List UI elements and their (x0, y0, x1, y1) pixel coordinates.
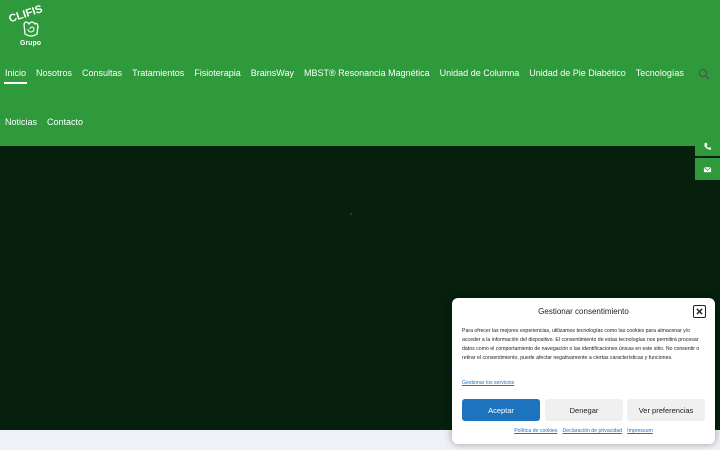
main-nav-row-2: Noticias Contacto (0, 115, 88, 129)
nav-item-tecnologias[interactable]: Tecnologías (631, 66, 689, 80)
nav-item-contacto[interactable]: Contacto (42, 115, 88, 129)
view-preferences-button[interactable]: Ver preferencias (627, 399, 705, 421)
nav-item-mbst[interactable]: MBST® Resonancia Magnética (299, 66, 435, 80)
deny-button[interactable]: Denegar (545, 399, 623, 421)
hand-spiral-logo-icon: CLIFIS Grupo (7, 3, 44, 47)
nav-item-unidad-columna[interactable]: Unidad de Columna (435, 66, 525, 80)
svg-text:Grupo: Grupo (20, 40, 41, 47)
site-header: CLIFIS Grupo Inicio Nosotros Consultas T… (0, 0, 720, 146)
consent-title: Gestionar consentimiento (538, 307, 629, 316)
nav-item-inicio[interactable]: Inicio (0, 66, 31, 84)
nav-item-pie-diabetico[interactable]: Unidad de Pie Diabético (524, 66, 631, 80)
phone-icon (704, 142, 712, 150)
nav-item-noticias[interactable]: Noticias (0, 115, 42, 129)
nav-item-fisioterapia[interactable]: Fisioterapia (189, 66, 246, 80)
privacy-statement-link[interactable]: Declaración de privacidad (562, 428, 622, 434)
consent-footer-links: Política de cookies Declaración de priva… (452, 428, 715, 434)
close-icon[interactable] (693, 305, 706, 318)
impressum-link[interactable]: Impressum (627, 428, 653, 434)
phone-tab[interactable] (695, 136, 720, 156)
nav-item-brainsway[interactable]: BrainsWay (246, 66, 299, 80)
cookie-policy-link[interactable]: Política de cookies (514, 428, 557, 434)
site-logo[interactable]: CLIFIS Grupo (6, 2, 56, 48)
envelope-icon (703, 166, 712, 172)
manage-services-link[interactable]: Gestionar los servicios (462, 380, 514, 386)
email-tab[interactable] (695, 158, 720, 180)
search-icon[interactable] (698, 67, 710, 80)
nav-item-consultas[interactable]: Consultas (77, 66, 127, 80)
consent-body-text: Para ofrecer las mejores experiencias, u… (462, 328, 700, 361)
accept-button[interactable]: Aceptar (462, 399, 540, 421)
nav-item-tratamientos[interactable]: Tratamientos (127, 66, 189, 80)
main-nav-row-1: Inicio Nosotros Consultas Tratamientos F… (0, 66, 689, 84)
nav-item-nosotros[interactable]: Nosotros (31, 66, 77, 80)
cookie-consent-dialog: Gestionar consentimiento Para ofrecer la… (452, 298, 715, 444)
hero-loader (350, 213, 352, 215)
